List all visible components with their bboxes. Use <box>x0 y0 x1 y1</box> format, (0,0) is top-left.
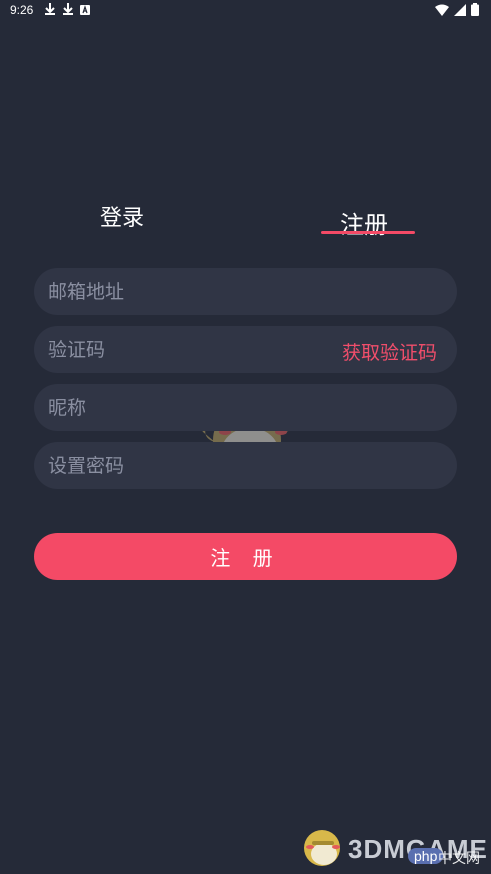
password-field[interactable] <box>34 442 457 489</box>
nickname-input[interactable] <box>48 384 328 431</box>
email-input[interactable] <box>48 268 328 315</box>
verification-code-field[interactable]: 获取验证码 <box>34 326 457 373</box>
watermark-cn-text: 中文网 <box>438 851 480 867</box>
status-time: 9:26 <box>10 3 34 17</box>
watermark: 3DMGAME php 中文网 <box>296 822 487 870</box>
status-bar: 9:26 <box>0 0 491 22</box>
nickname-field[interactable] <box>34 384 457 431</box>
password-input[interactable] <box>48 442 328 489</box>
download-icon <box>44 2 56 19</box>
tab-register[interactable]: 注册 <box>340 205 388 240</box>
register-button[interactable]: 注 册 <box>34 533 457 580</box>
signal-icon <box>454 3 466 19</box>
verification-code-input[interactable] <box>48 326 328 373</box>
active-tab-indicator <box>321 231 415 234</box>
get-code-button[interactable]: 获取验证码 <box>342 338 437 365</box>
app-notification-icon <box>80 4 90 18</box>
watermark-mascot-icon <box>304 830 340 866</box>
wifi-icon <box>435 4 449 19</box>
battery-icon <box>471 3 479 19</box>
download-icon <box>62 2 74 19</box>
email-field[interactable] <box>34 268 457 315</box>
tab-login[interactable]: 登录 <box>100 200 144 232</box>
